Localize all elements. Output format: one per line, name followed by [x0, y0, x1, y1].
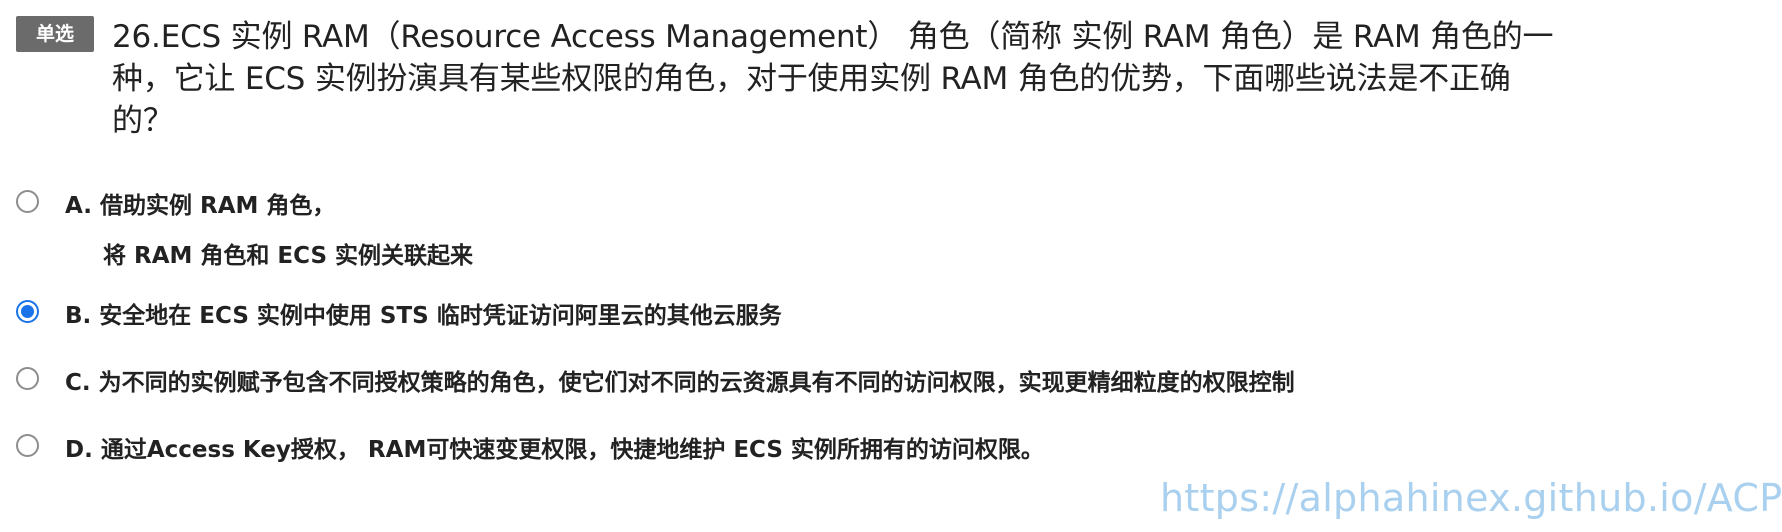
option-b-label: B. 安全地在 ECS 实例中使用 STS 临时凭证访问阿里云的其他云服务	[65, 296, 782, 330]
option-a-letter: A.	[65, 193, 92, 219]
question-text-line: 26.ECS 实例 RAM（Resource Access Management…	[112, 19, 1554, 55]
option-d-letter: D.	[65, 437, 93, 463]
option-b-letter: B.	[65, 303, 92, 329]
option-a-label: A. 借助实例 RAM 角色，	[65, 186, 335, 220]
option-b-text: 安全地在 ECS 实例中使用 STS 临时凭证访问阿里云的其他云服务	[99, 303, 782, 329]
option-c[interactable]: C. 为不同的实例赋予包含不同授权策略的角色，使它们对不同的云资源具有不同的访问…	[14, 367, 1714, 407]
question-text: 26.ECS 实例 RAM（Resource Access Management…	[112, 16, 1767, 142]
option-d[interactable]: D. 通过Access Key授权， RAM可快速变更权限，快捷地维护 ECS …	[14, 434, 1714, 474]
question-text-line: 种，它让 ECS 实例扮演具有某些权限的角色，对于使用实例 RAM 角色的优势，…	[112, 61, 1511, 97]
option-c-text: 为不同的实例赋予包含不同授权策略的角色，使它们对不同的云资源具有不同的访问权限，…	[98, 370, 1295, 396]
question-type-badge: 单选	[16, 16, 94, 52]
option-c-letter: C.	[65, 370, 91, 396]
watermark-url: https://alphahinex.github.io/ACP	[1160, 476, 1782, 520]
question-text-line: 的？	[112, 103, 174, 139]
option-a-text: 借助实例 RAM 角色，	[99, 193, 336, 219]
option-d-label: D. 通过Access Key授权， RAM可快速变更权限，快捷地维护 ECS …	[65, 430, 1044, 464]
option-b[interactable]: B. 安全地在 ECS 实例中使用 STS 临时凭证访问阿里云的其他云服务	[14, 300, 1714, 340]
option-c-label: C. 为不同的实例赋予包含不同授权策略的角色，使它们对不同的云资源具有不同的访问…	[65, 363, 1295, 397]
option-b-radio[interactable]	[16, 300, 39, 323]
option-d-radio[interactable]	[16, 434, 39, 457]
option-a[interactable]: A. 借助实例 RAM 角色， 将 RAM 角色和 ECS 实例关联起来	[14, 190, 1714, 280]
option-a-text-line2: 将 RAM 角色和 ECS 实例关联起来	[103, 243, 474, 269]
option-a-radio[interactable]	[16, 190, 39, 213]
option-d-text: 通过Access Key授权， RAM可快速变更权限，快捷地维护 ECS 实例所…	[100, 437, 1044, 463]
option-c-radio[interactable]	[16, 367, 39, 390]
